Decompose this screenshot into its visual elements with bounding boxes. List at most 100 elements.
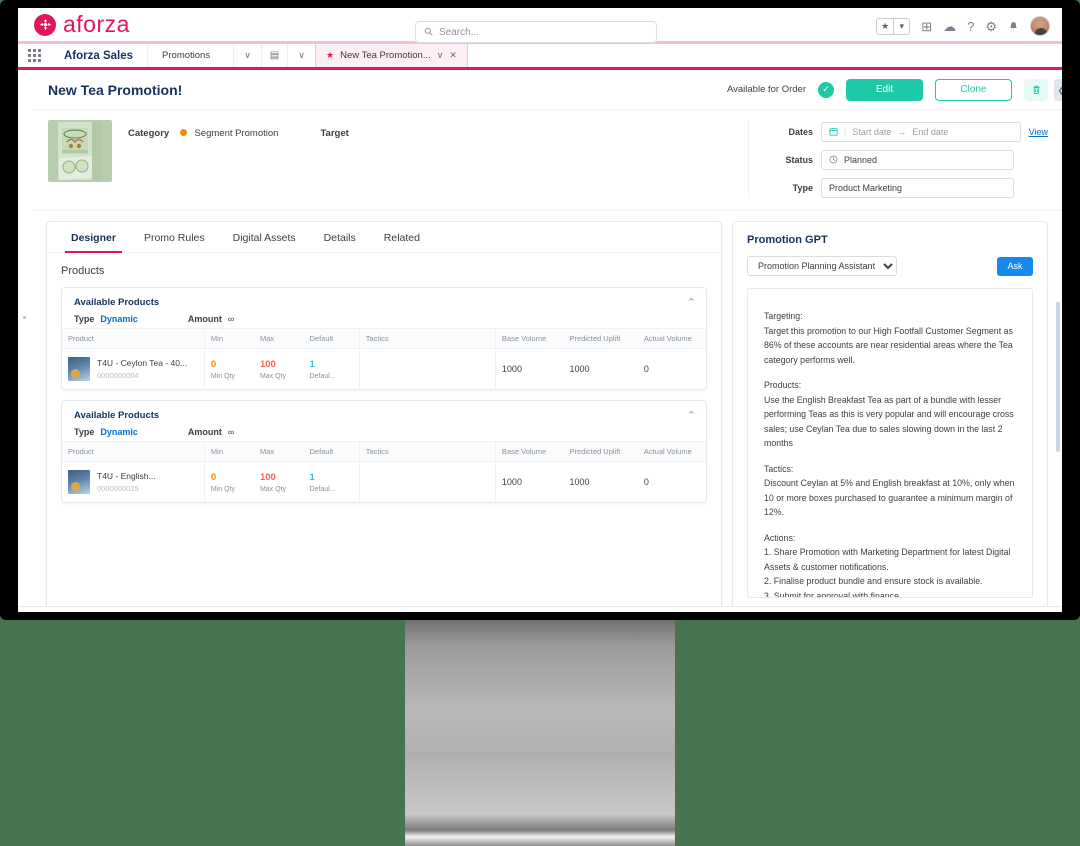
gpt-paragraph-products: Products: Use the English Breakfast Tea …	[764, 380, 1014, 448]
field-target: Target	[320, 128, 348, 198]
default-value: 1	[309, 358, 315, 370]
tab-digital-assets[interactable]: Digital Assets	[219, 222, 310, 252]
assistant-select[interactable]: Promotion Planning Assistant	[747, 256, 897, 276]
cell-actual-volume: 0	[643, 364, 649, 374]
type-value: Product Marketing	[829, 183, 903, 193]
cell-max[interactable]: 100 Max Qty	[254, 349, 304, 390]
type-input[interactable]: Product Marketing	[821, 178, 1014, 198]
global-search[interactable]	[415, 21, 657, 43]
type-row: Type Product Marketing	[765, 178, 1048, 198]
dates-input[interactable]: | Start date → End date	[821, 122, 1021, 142]
card-title: Available Products	[74, 297, 160, 308]
type-value[interactable]: Dynamic	[100, 314, 138, 324]
gpt-response-box[interactable]: Targeting: Target this promotion to our …	[747, 288, 1033, 598]
add-icon[interactable]: ⊞	[921, 20, 932, 33]
default-value: 1	[309, 471, 315, 483]
tab-related[interactable]: Related	[370, 222, 434, 252]
record-tabs: Designer Promo Rules Digital Assets Deta…	[47, 222, 721, 253]
gpt-paragraph-tactics: Tactics: Discount Ceylan at 5% and Engli…	[764, 463, 1015, 518]
delete-trash-icon[interactable]	[1024, 78, 1048, 101]
col-predicted-uplift: Predicted Uplift	[563, 328, 638, 349]
tab-caret-icon[interactable]: ∨	[437, 50, 444, 61]
product-name: T4U - English...	[97, 471, 156, 482]
utility-bar: Recent Items Chatter Feed	[18, 606, 1062, 612]
ask-button[interactable]: Ask	[997, 256, 1033, 276]
status-label: Status	[785, 155, 813, 165]
type-value[interactable]: Dynamic	[100, 427, 138, 437]
cloud-icon[interactable]: ☁	[943, 20, 956, 33]
cell-tactics[interactable]	[358, 348, 496, 389]
collapse-panel-chevron-icon[interactable]: ❮	[1054, 79, 1062, 101]
cell-tactics[interactable]	[358, 461, 496, 502]
col-default: Default	[303, 328, 360, 349]
global-header: aforza ★ ▾ ⊞ ☁ ? ⚙	[18, 8, 1062, 44]
app-name[interactable]: Aforza Sales	[50, 44, 147, 67]
dates-view-link[interactable]: View	[1029, 127, 1048, 137]
col-base-volume: Base Volume	[494, 328, 564, 349]
table-header-row: Product Min Max Default Tactics Base Vol…	[62, 441, 706, 462]
nav-item-promotions[interactable]: Promotions	[147, 44, 233, 67]
tab-details[interactable]: Details	[310, 222, 370, 252]
list-view-caret-icon[interactable]: ∨	[287, 44, 315, 67]
product-code: 0000000004	[97, 370, 139, 380]
collapse-chevron-icon[interactable]: ⌃	[687, 298, 696, 309]
edit-button[interactable]: Edit	[846, 78, 923, 101]
table-header-row: Product Min Max Default Tactics Base Vol…	[62, 328, 706, 349]
tab-promo-rules[interactable]: Promo Rules	[130, 222, 219, 252]
record-header: New Tea Promotion! Available for Order ✓…	[32, 70, 1062, 110]
cell-product[interactable]: T4U - Ceylon Tea - 40... 0000000004	[62, 349, 204, 390]
col-min: Min	[203, 441, 254, 462]
search-input[interactable]	[439, 26, 648, 38]
gpt-paragraph-targeting: Targeting: Target this promotion to our …	[764, 311, 1013, 365]
col-predicted-uplift: Predicted Uplift	[563, 441, 638, 462]
tab-new-tea-promotion[interactable]: ★ New Tea Promotion... ∨ ✕	[315, 44, 468, 67]
designer-scroll-area: Products ⌃ Available Products Type Dynam…	[47, 253, 721, 606]
designer-card: Designer Promo Rules Digital Assets Deta…	[46, 221, 722, 606]
product-name: T4U - Ceylon Tea - 40...	[97, 358, 188, 369]
col-max: Max	[253, 441, 304, 462]
cell-product[interactable]: T4U - English... 0000000025	[62, 462, 204, 503]
promotion-gpt-title: Promotion GPT	[747, 234, 828, 246]
app-tab-bar: Aforza Sales Promotions ∨ ▤ ∨ ★ New Tea …	[18, 44, 1062, 70]
collapse-chevron-icon[interactable]: ⌃	[687, 411, 696, 422]
favorites-caret-icon[interactable]: ▾	[893, 18, 909, 34]
product-thumbnail	[68, 357, 90, 381]
cell-default[interactable]: 1 Defaul...	[303, 462, 359, 503]
max-label: Max Qty	[259, 485, 287, 493]
brand-logo[interactable]: aforza	[18, 11, 130, 38]
tab-designer[interactable]: Designer	[57, 222, 130, 253]
dates-row: Dates | Start date → End date View	[765, 122, 1048, 142]
products-table: Product Min Max Default Tactics Base Vol…	[62, 328, 706, 389]
setup-gear-icon[interactable]: ⚙	[985, 20, 997, 33]
clone-button[interactable]: Clone	[935, 78, 1012, 101]
amount-label: Amount	[187, 314, 222, 324]
col-base-volume: Base Volume	[494, 441, 564, 462]
cell-min[interactable]: 0 Min Qty	[203, 348, 254, 389]
list-view-icon[interactable]: ▤	[261, 44, 287, 67]
cell-default[interactable]: 1 Defaul...	[303, 349, 359, 390]
col-product: Product	[62, 441, 205, 462]
tab-close-icon[interactable]: ✕	[449, 50, 457, 61]
notifications-bell-icon[interactable]	[1008, 21, 1019, 32]
date-range-arrow-icon: →	[897, 127, 907, 137]
default-label: Defaul...	[309, 372, 336, 380]
avatar[interactable]	[1030, 16, 1050, 36]
record-fields: Category Segment Promotion Target	[128, 120, 748, 198]
app-launcher-icon[interactable]	[18, 44, 50, 67]
nav-promotions-caret-icon[interactable]: ∨	[233, 44, 261, 67]
min-value: 0	[210, 471, 217, 483]
status-value: Planned	[844, 155, 878, 165]
status-input[interactable]: Planned	[821, 150, 1014, 170]
table-row: T4U - Ceylon Tea - 40... 0000000004 0 Mi…	[62, 348, 706, 390]
promotion-gpt-panel: Promotion GPT Promotion Planning Assista…	[732, 221, 1048, 606]
cell-max[interactable]: 100 Max Qty	[254, 462, 304, 503]
favorites-group[interactable]: ★ ▾	[876, 17, 911, 35]
help-icon[interactable]: ?	[967, 20, 974, 33]
cell-base-volume: 1000	[494, 461, 564, 502]
brand-name: aforza	[63, 11, 130, 37]
cell-min[interactable]: 0 Min Qty	[203, 461, 254, 502]
page-scrollbar[interactable]	[1056, 302, 1060, 452]
favorites-star-icon[interactable]: ★	[877, 19, 893, 34]
max-label: Max Qty	[259, 372, 287, 380]
col-min: Min	[203, 328, 254, 349]
